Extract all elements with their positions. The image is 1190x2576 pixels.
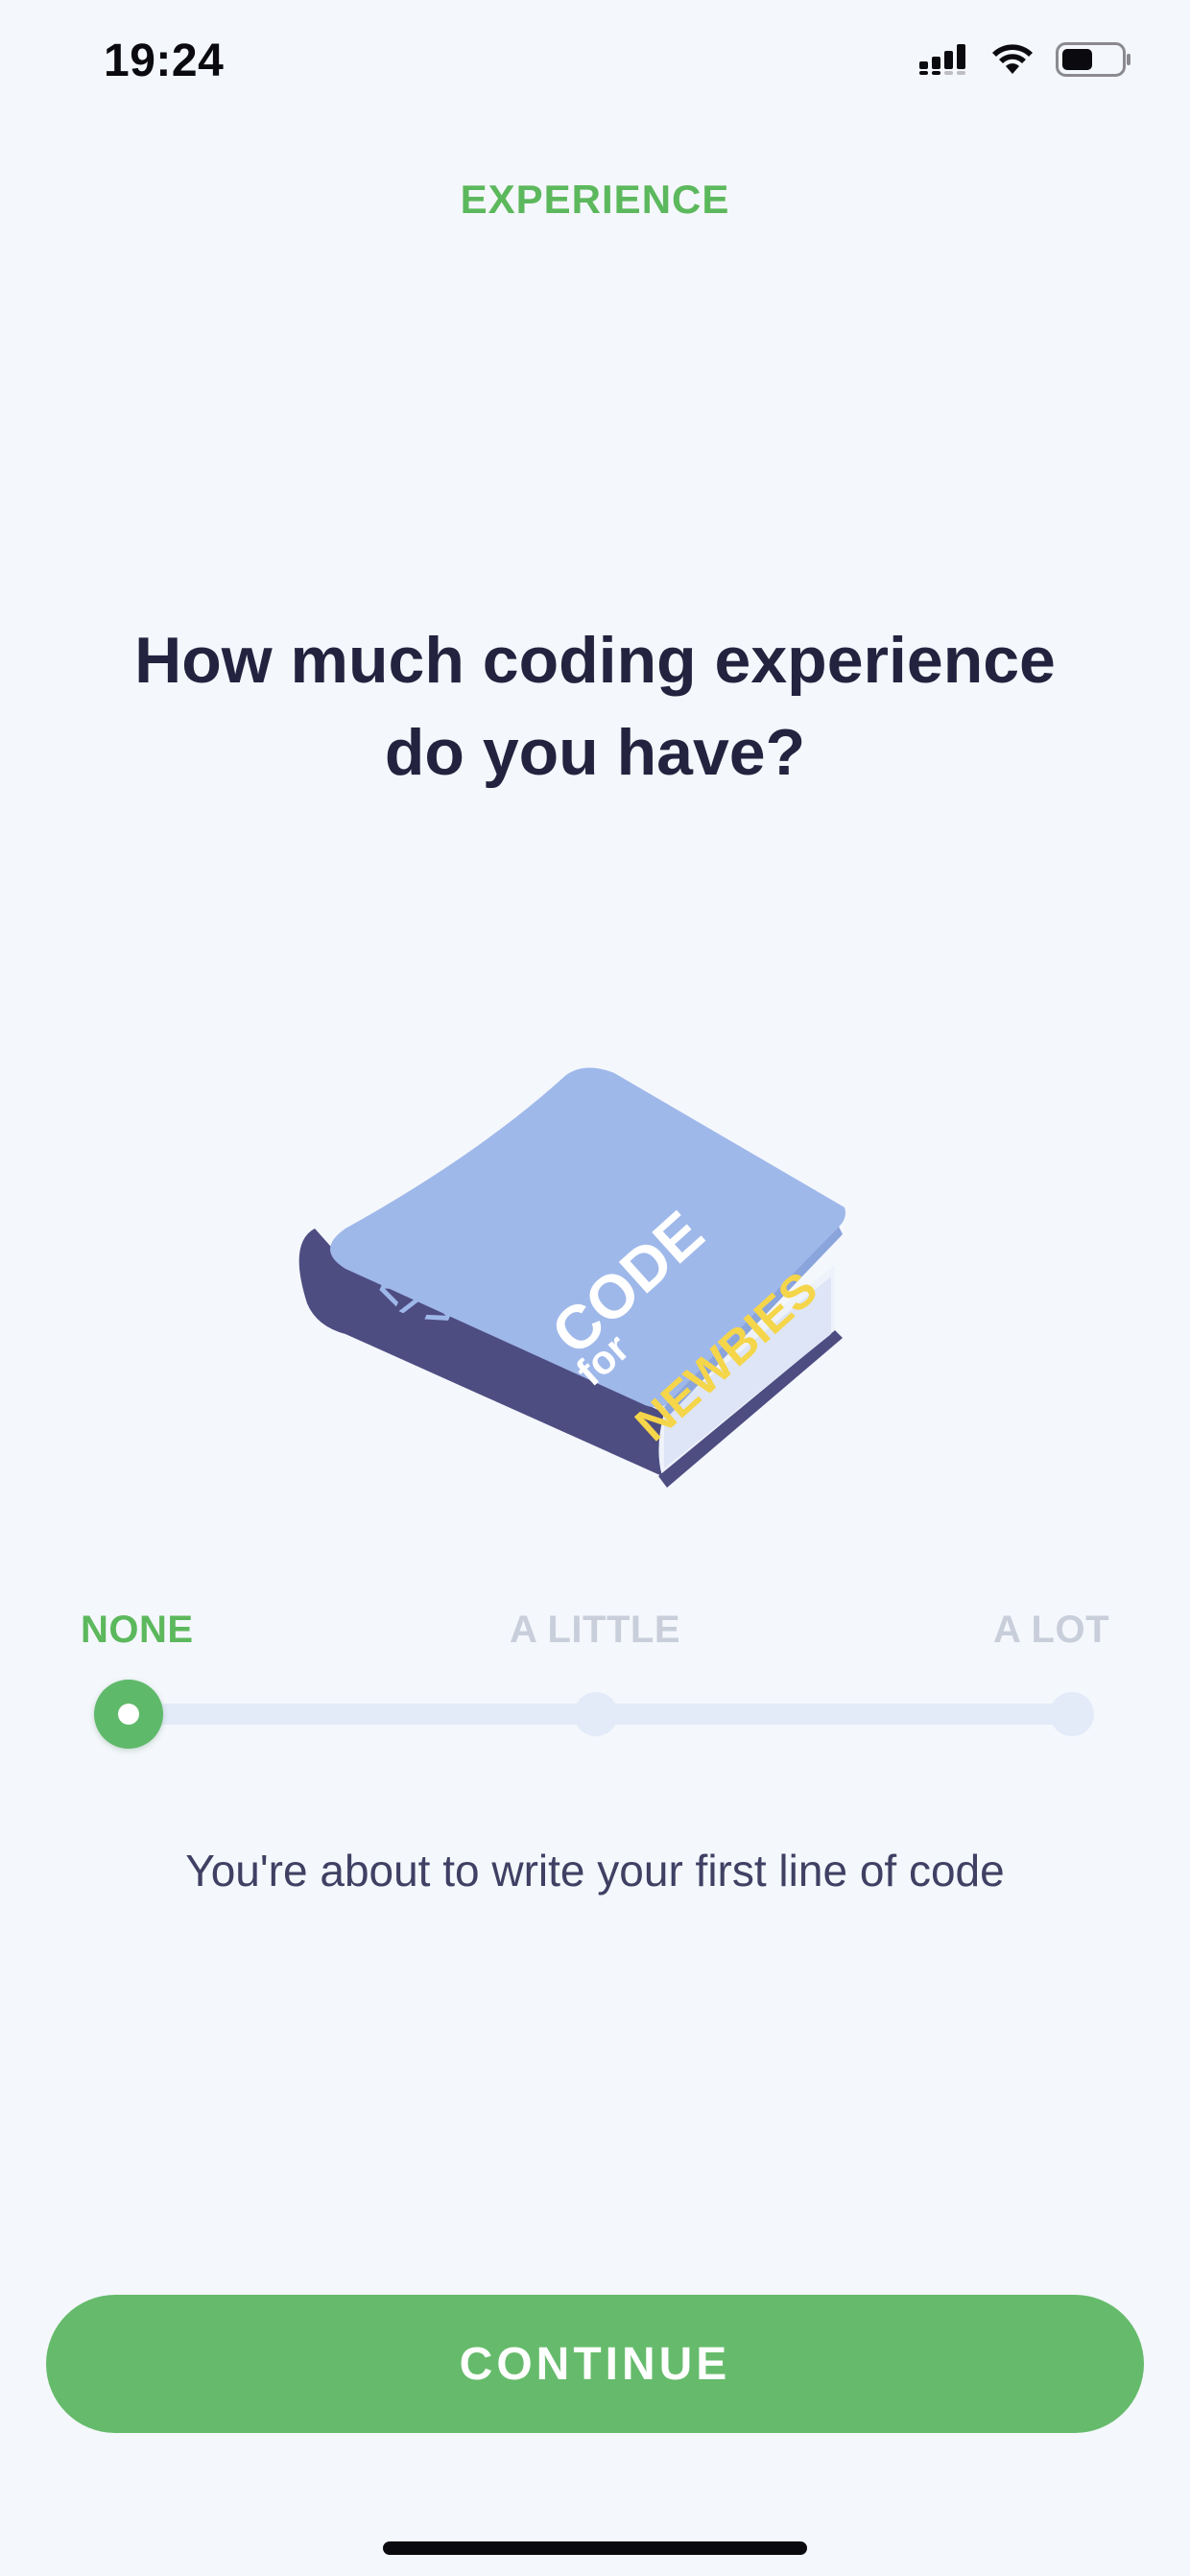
experience-description: You're about to write your first line of… [185,1846,1005,1896]
book-illustration: </> CODE for NEWBIES [288,1046,883,1488]
status-icons [919,42,1132,82]
status-time: 19:24 [104,36,225,86]
question-heading: How much coding experience do you have? [58,614,1132,799]
slider-option-none[interactable]: NONE [81,1609,194,1652]
slider-option-a-lot[interactable]: A LOT [993,1609,1109,1652]
continue-button[interactable]: CONTINUE [46,2295,1144,2433]
experience-slider-labels: NONE A LITTLE A LOT [81,1609,1109,1662]
slider-stop-a-little[interactable] [574,1692,618,1736]
screen-title: EXPERIENCE [460,177,730,222]
experience-slider[interactable] [94,1680,1094,1749]
cellular-signal-icon [919,44,969,80]
slider-thumb[interactable] [94,1680,163,1749]
home-indicator[interactable] [383,2541,807,2555]
question-line-1: How much coding experience [134,624,1056,697]
wifi-icon [990,43,1035,81]
onboarding-screen: 19:24 EXPERIENCE How much coding experie… [0,0,1190,2576]
status-bar: 19:24 [0,0,1190,134]
question-line-2: do you have? [384,716,806,789]
slider-option-a-little[interactable]: A LITTLE [510,1609,680,1652]
battery-icon [1056,42,1132,82]
slider-stop-a-lot[interactable] [1050,1692,1094,1736]
